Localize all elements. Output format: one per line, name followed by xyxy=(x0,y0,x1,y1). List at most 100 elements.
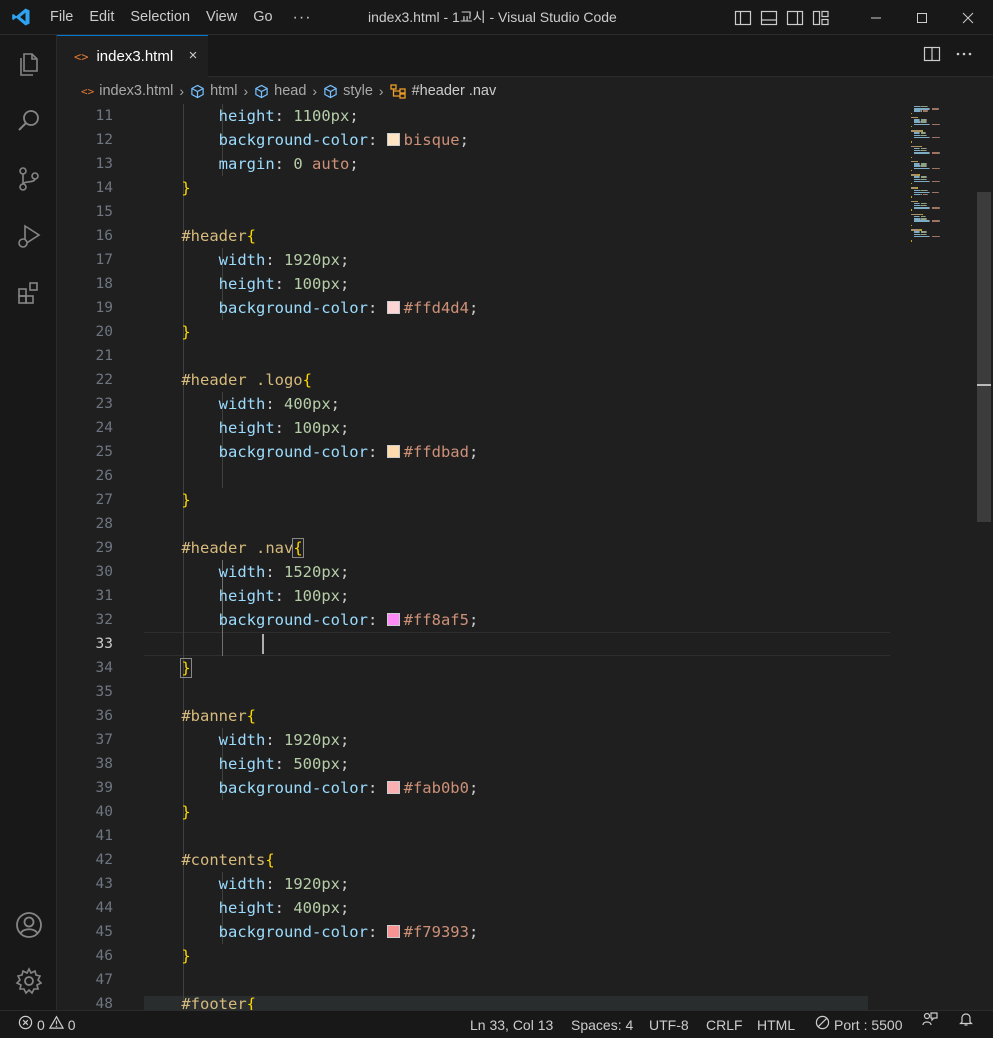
more-actions-icon[interactable] xyxy=(955,45,973,68)
code-line[interactable]: } xyxy=(144,800,190,824)
code-line[interactable]: background-color: #f79393; xyxy=(144,920,479,944)
code-line[interactable]: width: 400px; xyxy=(144,392,340,416)
notifications-bell-icon[interactable] xyxy=(958,1011,974,1027)
code-token: height xyxy=(218,755,275,773)
code-line[interactable]: width: 1520px; xyxy=(144,560,350,584)
vertical-scrollbar[interactable] xyxy=(977,192,991,522)
tab-index3-html[interactable]: <> index3.html × xyxy=(57,35,208,77)
code-line[interactable]: height: 100px; xyxy=(144,416,350,440)
minimap-token xyxy=(926,110,928,112)
code-token: width xyxy=(218,875,266,893)
line-number: 11 xyxy=(95,108,113,124)
manage-gear-icon[interactable] xyxy=(0,955,57,1007)
code-line[interactable]: background-color: #ff8af5; xyxy=(144,608,479,632)
code-line[interactable]: height: 100px; xyxy=(144,272,350,296)
code-token: #header .nav xyxy=(181,539,294,557)
code-line[interactable]: height: 400px; xyxy=(144,896,350,920)
minimap-token xyxy=(910,169,912,172)
minimap-token xyxy=(937,191,939,194)
color-swatch[interactable] xyxy=(386,925,400,938)
toggle-primary-sidebar-icon[interactable] xyxy=(734,9,752,27)
menu-selection[interactable]: Selection xyxy=(122,0,198,35)
code-line[interactable]: background-color: bisque; xyxy=(144,128,469,152)
breadcrumb-head[interactable]: head xyxy=(254,83,306,99)
color-swatch[interactable] xyxy=(386,133,400,146)
code-token: : xyxy=(265,731,284,749)
cursor-position[interactable]: Ln 33, Col 13 xyxy=(470,1011,553,1038)
menu-go[interactable]: Go xyxy=(245,0,280,35)
color-swatch[interactable] xyxy=(386,445,400,458)
code-token: ; xyxy=(468,443,479,461)
code-editor[interactable]: 11 12 13 14 15 16 17 18 19 20 21 22 23 24 25 26 27 28 29 30… xyxy=(57,104,993,1010)
code-token: ; xyxy=(340,587,350,605)
code-token: : xyxy=(265,395,284,413)
menu-file[interactable]: File xyxy=(42,0,81,35)
problems-indicator[interactable]: 0 0 xyxy=(18,1011,76,1038)
line-number: 14 xyxy=(95,180,113,196)
scrollbar-cursor-marker xyxy=(977,384,991,386)
code-token: { xyxy=(302,371,312,389)
minimize-icon[interactable] xyxy=(853,0,899,35)
code-line[interactable]: background-color: #ffd4d4; xyxy=(144,296,479,320)
search-icon[interactable] xyxy=(0,95,57,147)
color-swatch[interactable] xyxy=(386,613,400,626)
code-line[interactable]: background-color: #fab0b0; xyxy=(144,776,479,800)
more-menu-button[interactable]: ··· xyxy=(281,0,324,35)
code-line[interactable]: margin: 0 auto; xyxy=(144,152,359,176)
code-line[interactable]: #header .nav{ xyxy=(144,536,304,560)
code-content[interactable]: height: 1100px; background-color: bisque… xyxy=(144,104,890,1010)
encoding[interactable]: UTF-8 xyxy=(649,1011,689,1038)
feedback-icon[interactable] xyxy=(922,1011,938,1027)
minimap-token xyxy=(928,123,931,125)
source-control-icon[interactable] xyxy=(0,153,57,205)
breadcrumb-html[interactable]: html xyxy=(190,83,237,99)
code-line[interactable]: } xyxy=(144,176,190,200)
code-line[interactable]: } xyxy=(144,488,190,512)
breadcrumb-file[interactable]: <> index3.html xyxy=(81,83,173,99)
code-line[interactable]: } xyxy=(144,656,192,680)
code-line[interactable]: #header{ xyxy=(144,224,256,248)
language-mode[interactable]: HTML xyxy=(757,1011,795,1038)
breadcrumb-style[interactable]: style xyxy=(323,83,373,99)
toggle-panel-icon[interactable] xyxy=(760,9,778,27)
customize-layout-icon[interactable] xyxy=(812,9,830,27)
minimap-token xyxy=(916,187,918,189)
code-line[interactable]: height: 500px; xyxy=(144,752,350,776)
code-token: { xyxy=(246,995,256,1010)
menu-view[interactable]: View xyxy=(198,0,245,35)
chevron-right-icon: › xyxy=(179,83,185,99)
minimap-token xyxy=(916,161,918,163)
toggle-secondary-sidebar-icon[interactable] xyxy=(786,9,804,27)
account-icon[interactable] xyxy=(0,899,57,951)
code-line[interactable]: } xyxy=(144,944,190,968)
end-of-line[interactable]: CRLF xyxy=(706,1011,743,1038)
code-line[interactable]: #footer{ xyxy=(144,992,256,1010)
code-line[interactable]: #contents{ xyxy=(144,848,274,872)
code-line[interactable]: #header .logo{ xyxy=(144,368,312,392)
menu-edit[interactable]: Edit xyxy=(81,0,122,35)
code-line[interactable]: #banner{ xyxy=(144,704,256,728)
close-window-icon[interactable] xyxy=(945,0,991,35)
code-line[interactable]: width: 1920px; xyxy=(144,728,350,752)
code-line[interactable]: height: 100px; xyxy=(144,584,350,608)
split-editor-icon[interactable] xyxy=(923,45,941,68)
code-line[interactable]: height: 1100px; xyxy=(144,104,359,128)
extensions-icon[interactable] xyxy=(0,267,57,319)
live-server-port[interactable]: Port : 5500 xyxy=(815,1011,903,1038)
minimap[interactable] xyxy=(897,104,977,1010)
code-line[interactable]: width: 1920px; xyxy=(144,872,350,896)
maximize-icon[interactable] xyxy=(899,0,945,35)
run-debug-icon[interactable] xyxy=(0,210,57,262)
breadcrumb-selector[interactable]: #header .nav xyxy=(389,83,496,99)
indentation[interactable]: Spaces: 4 xyxy=(571,1011,633,1038)
color-swatch[interactable] xyxy=(386,301,400,314)
minimap-token xyxy=(938,136,940,139)
color-swatch[interactable] xyxy=(386,781,400,794)
code-line[interactable]: } xyxy=(144,320,190,344)
minimap-token xyxy=(914,180,929,183)
explorer-icon[interactable] xyxy=(0,38,57,90)
close-tab-icon[interactable]: × xyxy=(184,47,202,65)
code-line[interactable]: width: 1920px; xyxy=(144,248,350,272)
code-line[interactable]: background-color: #ffdbad; xyxy=(144,440,479,464)
